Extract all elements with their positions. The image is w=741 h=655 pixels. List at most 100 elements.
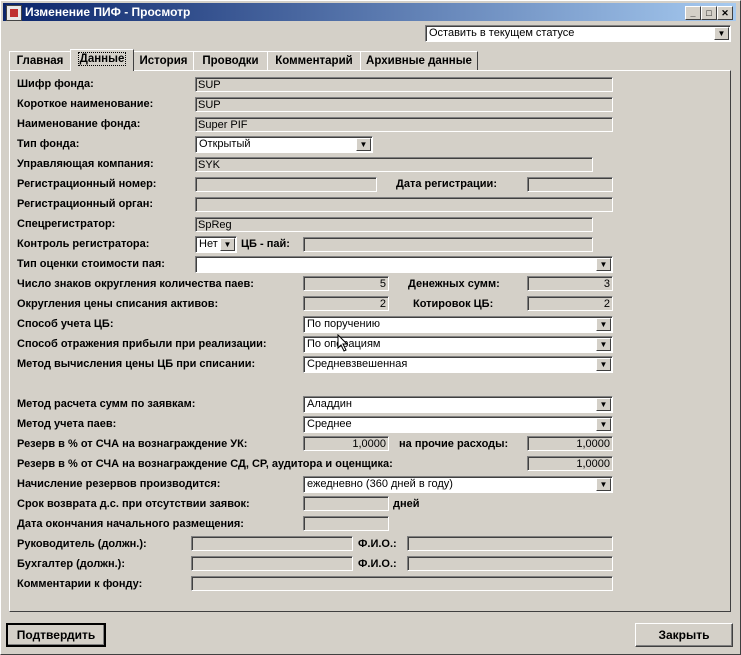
order-calc-value: Аладдин [307,398,352,410]
accountant-fio-label: Ф.И.О.: [358,558,397,570]
refund-term-field[interactable] [303,496,389,511]
tab-comment[interactable]: Комментарий [267,51,361,70]
reg-body-field[interactable] [195,197,613,212]
order-calc-select[interactable]: Аладдин ▼ [303,396,613,413]
mouse-cursor-icon [337,334,349,352]
refund-term-label: Срок возврата д.с. при отсутствии заявок… [17,498,250,510]
tab-history[interactable]: История [133,51,194,70]
close-window-button[interactable]: ✕ [717,6,733,20]
share-accounting-value: Среднее [307,418,352,430]
status-select-value: Оставить в текущем статусе [429,27,575,39]
window-title: Изменение ПИФ - Просмотр [25,5,191,19]
price-method-value: Средневзвешенная [307,358,408,370]
profit-reflection-label: Способ отражения прибыли при реализации: [17,338,267,350]
reserve-sd-field[interactable]: 1,0000 [527,456,613,471]
chevron-down-icon[interactable]: ▼ [596,478,611,491]
order-calc-label: Метод расчета сумм по заявкам: [17,398,196,410]
reserve-uk-field[interactable]: 1,0000 [303,436,389,451]
cb-accounting-label: Способ учета ЦБ: [17,318,114,330]
valuation-type-select[interactable]: ▼ [195,256,613,273]
chevron-down-icon[interactable]: ▼ [596,338,611,351]
cb-accounting-value: По поручению [307,318,380,330]
tab-archive[interactable]: Архивные данные [360,51,478,70]
share-accounting-select[interactable]: Среднее ▼ [303,416,613,433]
cb-share-label: ЦБ - пай: [241,238,290,250]
refund-term-unit: дней [393,498,420,510]
rounding-writeoff-field[interactable]: 2 [303,296,389,311]
fund-code-label: Шифр фонда: [17,78,94,90]
short-name-field[interactable]: SUP [195,97,613,112]
status-select[interactable]: Оставить в текущем статусе ▼ [425,25,731,42]
accountant-fio-field[interactable] [407,556,613,571]
fund-name-field[interactable]: Super PIF [195,117,613,132]
app-icon [6,5,22,21]
other-expenses-label: на прочие расходы: [399,438,509,450]
comments-label: Комментарии к фонду: [17,578,143,590]
director-fio-field[interactable] [407,536,613,551]
share-accounting-label: Метод учета паев: [17,418,117,430]
maximize-button[interactable]: □ [701,6,717,20]
cb-share-field[interactable] [303,237,593,252]
fund-code-field[interactable]: SUP [195,77,613,92]
reg-number-field[interactable] [195,177,377,192]
profit-reflection-select[interactable]: По операциям ▼ [303,336,613,353]
close-button[interactable]: Закрыть [635,623,733,647]
director-fio-label: Ф.И.О.: [358,538,397,550]
reg-date-field[interactable] [527,177,613,192]
reg-body-label: Регистрационный орган: [17,198,154,210]
main-window: Изменение ПИФ - Просмотр _ □ ✕ Оставить … [0,0,741,655]
reg-date-label: Дата регистрации: [396,178,497,190]
cb-quotes-label: Котировок ЦБ: [413,298,494,310]
registrar-control-select[interactable]: Нет ▼ [195,236,237,253]
reserve-uk-label: Резерв в % от СЧА на вознаграждение УК: [17,438,248,450]
chevron-down-icon[interactable]: ▼ [714,27,729,40]
valuation-type-label: Тип оценки стоимости пая: [17,258,165,270]
registrar-control-value: Нет [199,238,218,250]
chevron-down-icon[interactable]: ▼ [596,318,611,331]
reserve-sd-label: Резерв в % от СЧА на вознаграждение СД, … [17,458,393,470]
rounding-shares-field[interactable]: 5 [303,276,389,291]
director-label: Руководитель (должн.): [17,538,147,550]
mgmt-company-label: Управляющая компания: [17,158,154,170]
reserve-accrual-select[interactable]: ежедневно (360 дней в году) ▼ [303,476,613,493]
chevron-down-icon[interactable]: ▼ [596,258,611,271]
rounding-shares-label: Число знаков округления количества паев: [17,278,254,290]
chevron-down-icon[interactable]: ▼ [596,398,611,411]
reserve-accrual-label: Начисление резервов производится: [17,478,221,490]
comments-field[interactable] [191,576,613,591]
tab-data[interactable]: Данные [70,49,134,71]
price-method-select[interactable]: Средневзвешенная ▼ [303,356,613,373]
minimize-button[interactable]: _ [685,6,701,20]
tab-postings[interactable]: Проводки [193,51,268,70]
short-name-label: Короткое наименование: [17,98,154,110]
price-method-label: Метод вычисления цены ЦБ при списании: [17,358,256,370]
cb-accounting-select[interactable]: По поручению ▼ [303,316,613,333]
fund-name-label: Наименование фонда: [17,118,141,130]
accountant-label: Бухгалтер (должн.): [17,558,126,570]
chevron-down-icon[interactable]: ▼ [596,358,611,371]
fund-type-value: Открытый [199,138,251,150]
accountant-field[interactable] [191,556,353,571]
rounding-writeoff-label: Округления цены списания активов: [17,298,219,310]
title-bar[interactable]: Изменение ПИФ - Просмотр _ □ ✕ [3,3,736,21]
placement-end-label: Дата окончания начального размещения: [17,518,244,530]
mgmt-company-field[interactable]: SYK [195,157,593,172]
money-sums-label: Денежных сумм: [408,278,500,290]
chevron-down-icon[interactable]: ▼ [596,418,611,431]
reg-number-label: Регистрационный номер: [17,178,157,190]
tab-main[interactable]: Главная [9,51,71,70]
reserve-accrual-value: ежедневно (360 дней в году) [307,478,453,490]
placement-end-field[interactable] [303,516,389,531]
other-expenses-field[interactable]: 1,0000 [527,436,613,451]
fund-type-label: Тип фонда: [17,138,80,150]
fund-type-select[interactable]: Открытый ▼ [195,136,373,153]
confirm-button[interactable]: Подтвердить [6,623,106,647]
profit-reflection-value: По операциям [307,338,381,350]
chevron-down-icon[interactable]: ▼ [356,138,371,151]
chevron-down-icon[interactable]: ▼ [220,238,235,251]
director-field[interactable] [191,536,353,551]
money-sums-field[interactable]: 3 [527,276,613,291]
cb-quotes-field[interactable]: 2 [527,296,613,311]
tab-data-label: Данные [77,52,127,66]
spec-registrar-field[interactable]: SpReg [195,217,593,232]
